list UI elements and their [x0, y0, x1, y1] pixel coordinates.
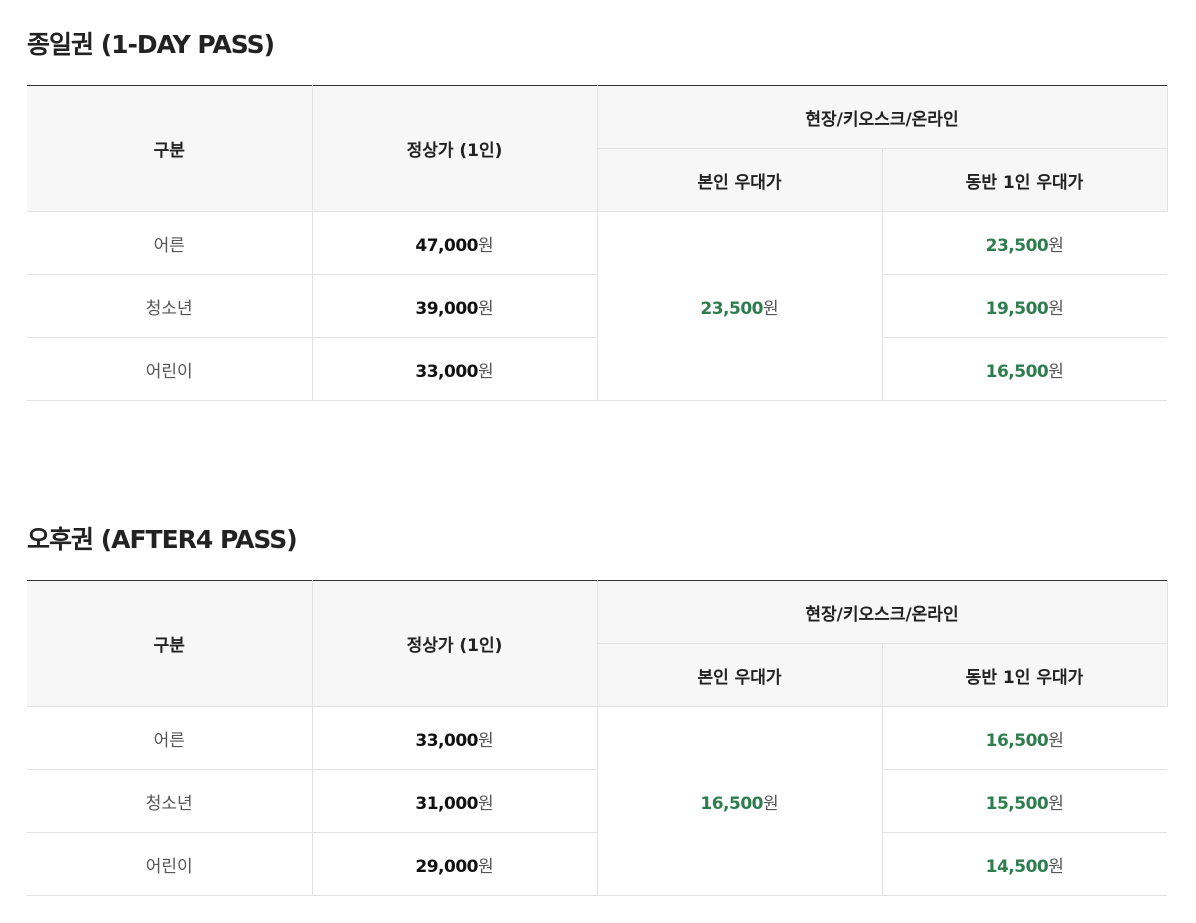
regular-price-cell: 47,000원 [312, 211, 598, 275]
price-table: 구분 정상가 (1인) 현장/키오스크/온라인 본인 우대가 동반 1인 우대가… [27, 85, 1168, 401]
row-category: 어른 [27, 706, 313, 770]
header-self-price: 본인 우대가 [597, 148, 883, 212]
header-companion-price: 동반 1인 우대가 [882, 643, 1168, 707]
header-channel-group: 현장/키오스크/온라인 [597, 580, 1168, 644]
regular-price-cell: 33,000원 [312, 337, 598, 401]
companion-price-cell: 19,500원 [882, 274, 1167, 338]
header-channel-group: 현장/키오스크/온라인 [597, 85, 1168, 149]
table-row: 어른 47,000원 23,500원 23,500원 [27, 211, 1167, 401]
price-table: 구분 정상가 (1인) 현장/키오스크/온라인 본인 우대가 동반 1인 우대가… [27, 580, 1168, 896]
self-price-cell: 23,500원 [597, 211, 883, 401]
row-category: 어른 [27, 211, 313, 275]
companion-price-cell: 23,500원 [882, 211, 1167, 275]
header-category: 구분 [27, 85, 313, 212]
row-category: 청소년 [27, 769, 313, 833]
header-regular-price: 정상가 (1인) [312, 580, 598, 707]
self-price-cell: 16,500원 [597, 706, 883, 896]
regular-price-cell: 39,000원 [312, 274, 598, 338]
companion-price-cell: 14,500원 [882, 832, 1167, 896]
table-row: 어른 33,000원 16,500원 16,500원 [27, 706, 1167, 896]
header-companion-price: 동반 1인 우대가 [882, 148, 1168, 212]
row-category: 청소년 [27, 274, 313, 338]
header-regular-price: 정상가 (1인) [312, 85, 598, 212]
header-category: 구분 [27, 580, 313, 707]
companion-price-cell: 16,500원 [882, 337, 1167, 401]
section-title: 종일권 (1-DAY PASS) [27, 30, 275, 59]
header-self-price: 본인 우대가 [597, 643, 883, 707]
regular-price-cell: 33,000원 [312, 706, 598, 770]
regular-price-cell: 29,000원 [312, 832, 598, 896]
section-title: 오후권 (AFTER4 PASS) [27, 525, 298, 554]
row-category: 어린이 [27, 337, 313, 401]
regular-price-cell: 31,000원 [312, 769, 598, 833]
companion-price-cell: 16,500원 [882, 706, 1167, 770]
companion-price-cell: 15,500원 [882, 769, 1167, 833]
row-category: 어린이 [27, 832, 313, 896]
